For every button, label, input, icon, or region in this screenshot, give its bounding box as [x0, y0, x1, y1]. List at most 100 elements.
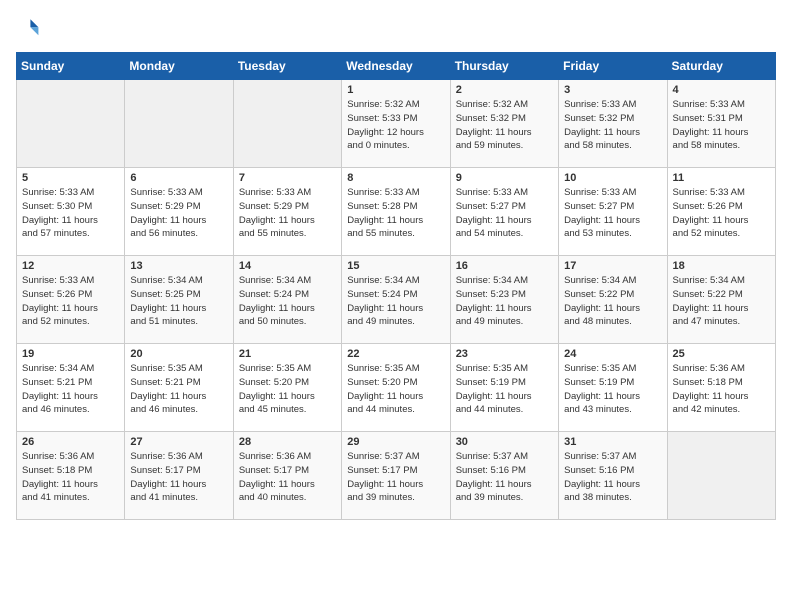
calendar-cell: 27 Sunrise: 5:36 AM Sunset: 5:17 PM Dayli…: [125, 432, 233, 520]
day-info: Sunrise: 5:35 AM Sunset: 5:21 PM Dayligh…: [130, 362, 227, 417]
calendar-cell: 6Sunrise: 5:33 AM Sunset: 5:29 PM Daylig…: [125, 168, 233, 256]
calendar-cell: 22 Sunrise: 5:35 AM Sunset: 5:20 PM Dayli…: [342, 344, 450, 432]
logo: [16, 16, 44, 40]
day-number: 10: [564, 172, 661, 184]
day-number: 19: [22, 348, 119, 360]
week-row-5: 26Sunrise: 5:36 AM Sunset: 5:18 PM Dayli…: [17, 432, 776, 520]
calendar-cell: 9 Sunrise: 5:33 AM Sunset: 5:27 PM Daylig…: [450, 168, 558, 256]
calendar-cell: 30 Sunrise: 5:37 AM Sunset: 5:16 PM Dayli…: [450, 432, 558, 520]
week-row-1: 1 Sunrise: 5:32 AM Sunset: 5:33 PM Daylig…: [17, 80, 776, 168]
day-number: 18: [673, 260, 770, 272]
day-info: Sunrise: 5:34 AM Sunset: 5:24 PM Dayligh…: [347, 274, 444, 329]
day-number: 31: [564, 436, 661, 448]
day-info: Sunrise: 5:33 AM Sunset: 5:26 PM Dayligh…: [22, 274, 119, 329]
day-number: 9: [456, 172, 553, 184]
day-info: Sunrise: 5:37 AM Sunset: 5:16 PM Dayligh…: [456, 450, 553, 505]
calendar-cell: 19 Sunrise: 5:34 AM Sunset: 5:21 PM Dayli…: [17, 344, 125, 432]
calendar-cell: 28 Sunrise: 5:36 AM Sunset: 5:17 PM Dayli…: [233, 432, 341, 520]
weekday-header-row: SundayMondayTuesdayWednesdayThursdayFrid…: [17, 53, 776, 80]
weekday-header-thursday: Thursday: [450, 53, 558, 80]
week-row-2: 5 Sunrise: 5:33 AM Sunset: 5:30 PM Daylig…: [17, 168, 776, 256]
day-info: Sunrise: 5:34 AM Sunset: 5:25 PM Dayligh…: [130, 274, 227, 329]
day-number: 5: [22, 172, 119, 184]
weekday-header-sunday: Sunday: [17, 53, 125, 80]
calendar-cell: 18Sunrise: 5:34 AM Sunset: 5:22 PM Dayli…: [667, 256, 775, 344]
day-info: Sunrise: 5:36 AM Sunset: 5:18 PM Dayligh…: [22, 450, 119, 505]
day-info: Sunrise: 5:36 AM Sunset: 5:18 PM Dayligh…: [673, 362, 770, 417]
day-number: 12: [22, 260, 119, 272]
day-info: Sunrise: 5:37 AM Sunset: 5:17 PM Dayligh…: [347, 450, 444, 505]
day-number: 24: [564, 348, 661, 360]
day-number: 15: [347, 260, 444, 272]
day-info: Sunrise: 5:36 AM Sunset: 5:17 PM Dayligh…: [239, 450, 336, 505]
day-number: 6: [130, 172, 227, 184]
day-info: Sunrise: 5:35 AM Sunset: 5:20 PM Dayligh…: [239, 362, 336, 417]
calendar-cell: 24 Sunrise: 5:35 AM Sunset: 5:19 PM Dayli…: [559, 344, 667, 432]
day-info: Sunrise: 5:34 AM Sunset: 5:24 PM Dayligh…: [239, 274, 336, 329]
day-info: Sunrise: 5:32 AM Sunset: 5:32 PM Dayligh…: [456, 98, 553, 153]
calendar-cell: 29 Sunrise: 5:37 AM Sunset: 5:17 PM Dayli…: [342, 432, 450, 520]
week-row-3: 12 Sunrise: 5:33 AM Sunset: 5:26 PM Dayli…: [17, 256, 776, 344]
day-number: 29: [347, 436, 444, 448]
day-number: 27: [130, 436, 227, 448]
day-info: Sunrise: 5:35 AM Sunset: 5:19 PM Dayligh…: [456, 362, 553, 417]
day-number: 1: [347, 84, 444, 96]
day-number: 8: [347, 172, 444, 184]
day-number: 30: [456, 436, 553, 448]
weekday-header-saturday: Saturday: [667, 53, 775, 80]
page-header: [16, 16, 776, 40]
calendar-cell: 26Sunrise: 5:36 AM Sunset: 5:18 PM Dayli…: [17, 432, 125, 520]
day-info: Sunrise: 5:34 AM Sunset: 5:21 PM Dayligh…: [22, 362, 119, 417]
calendar-cell: 4Sunrise: 5:33 AM Sunset: 5:31 PM Daylig…: [667, 80, 775, 168]
day-number: 25: [673, 348, 770, 360]
calendar-cell: [233, 80, 341, 168]
calendar-cell: 20 Sunrise: 5:35 AM Sunset: 5:21 PM Dayli…: [125, 344, 233, 432]
day-info: Sunrise: 5:34 AM Sunset: 5:22 PM Dayligh…: [564, 274, 661, 329]
day-number: 2: [456, 84, 553, 96]
day-number: 16: [456, 260, 553, 272]
day-info: Sunrise: 5:37 AM Sunset: 5:16 PM Dayligh…: [564, 450, 661, 505]
calendar-cell: 25 Sunrise: 5:36 AM Sunset: 5:18 PM Dayli…: [667, 344, 775, 432]
day-info: Sunrise: 5:35 AM Sunset: 5:19 PM Dayligh…: [564, 362, 661, 417]
day-number: 20: [130, 348, 227, 360]
calendar-cell: 15 Sunrise: 5:34 AM Sunset: 5:24 PM Dayli…: [342, 256, 450, 344]
day-info: Sunrise: 5:35 AM Sunset: 5:20 PM Dayligh…: [347, 362, 444, 417]
day-info: Sunrise: 5:33 AM Sunset: 5:31 PM Dayligh…: [673, 98, 770, 153]
day-info: Sunrise: 5:32 AM Sunset: 5:33 PM Dayligh…: [347, 98, 444, 153]
day-number: 21: [239, 348, 336, 360]
day-number: 23: [456, 348, 553, 360]
calendar-cell: [125, 80, 233, 168]
day-number: 14: [239, 260, 336, 272]
calendar-cell: 13 Sunrise: 5:34 AM Sunset: 5:25 PM Dayli…: [125, 256, 233, 344]
weekday-header-wednesday: Wednesday: [342, 53, 450, 80]
day-number: 13: [130, 260, 227, 272]
weekday-header-friday: Friday: [559, 53, 667, 80]
day-info: Sunrise: 5:34 AM Sunset: 5:23 PM Dayligh…: [456, 274, 553, 329]
weekday-header-tuesday: Tuesday: [233, 53, 341, 80]
calendar-cell: 11Sunrise: 5:33 AM Sunset: 5:26 PM Dayli…: [667, 168, 775, 256]
day-info: Sunrise: 5:33 AM Sunset: 5:28 PM Dayligh…: [347, 186, 444, 241]
day-number: 22: [347, 348, 444, 360]
calendar-cell: 12 Sunrise: 5:33 AM Sunset: 5:26 PM Dayli…: [17, 256, 125, 344]
day-info: Sunrise: 5:33 AM Sunset: 5:32 PM Dayligh…: [564, 98, 661, 153]
calendar-cell: 31 Sunrise: 5:37 AM Sunset: 5:16 PM Dayli…: [559, 432, 667, 520]
day-number: 28: [239, 436, 336, 448]
calendar-cell: 10 Sunrise: 5:33 AM Sunset: 5:27 PM Dayli…: [559, 168, 667, 256]
calendar-table: SundayMondayTuesdayWednesdayThursdayFrid…: [16, 52, 776, 520]
day-number: 3: [564, 84, 661, 96]
calendar-cell: 17Sunrise: 5:34 AM Sunset: 5:22 PM Dayli…: [559, 256, 667, 344]
calendar-cell: 7Sunrise: 5:33 AM Sunset: 5:29 PM Daylig…: [233, 168, 341, 256]
day-info: Sunrise: 5:33 AM Sunset: 5:27 PM Dayligh…: [564, 186, 661, 241]
calendar-cell: 14 Sunrise: 5:34 AM Sunset: 5:24 PM Dayli…: [233, 256, 341, 344]
calendar-cell: [17, 80, 125, 168]
calendar-cell: 5 Sunrise: 5:33 AM Sunset: 5:30 PM Daylig…: [17, 168, 125, 256]
day-info: Sunrise: 5:33 AM Sunset: 5:30 PM Dayligh…: [22, 186, 119, 241]
calendar-cell: 1 Sunrise: 5:32 AM Sunset: 5:33 PM Daylig…: [342, 80, 450, 168]
calendar-cell: 2 Sunrise: 5:32 AM Sunset: 5:32 PM Daylig…: [450, 80, 558, 168]
day-info: Sunrise: 5:33 AM Sunset: 5:27 PM Dayligh…: [456, 186, 553, 241]
day-number: 11: [673, 172, 770, 184]
calendar-cell: 21 Sunrise: 5:35 AM Sunset: 5:20 PM Dayli…: [233, 344, 341, 432]
calendar-cell: 23 Sunrise: 5:35 AM Sunset: 5:19 PM Dayli…: [450, 344, 558, 432]
weekday-header-monday: Monday: [125, 53, 233, 80]
day-info: Sunrise: 5:36 AM Sunset: 5:17 PM Dayligh…: [130, 450, 227, 505]
